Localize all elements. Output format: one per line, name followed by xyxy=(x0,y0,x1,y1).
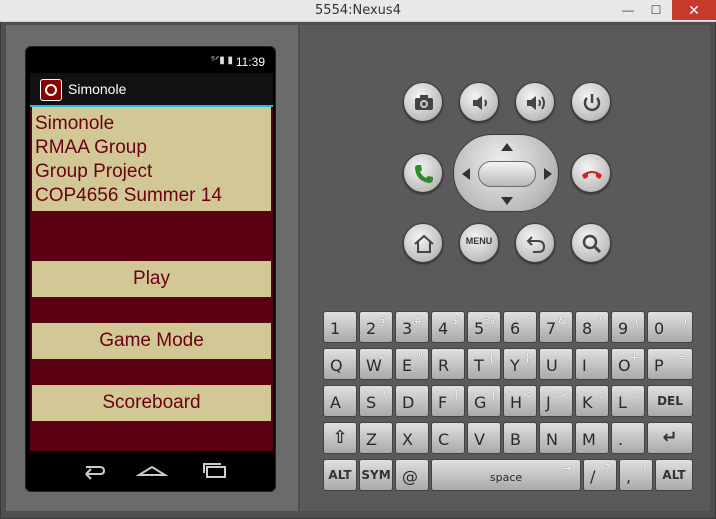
key-period[interactable]: . xyxy=(611,422,645,454)
home-nav-icon[interactable] xyxy=(135,459,169,481)
key-m[interactable]: M xyxy=(575,422,609,454)
volume-up-icon xyxy=(527,96,545,110)
volume-up-button[interactable] xyxy=(515,82,555,122)
shift-key[interactable]: ⇧ xyxy=(323,422,357,454)
back-icon xyxy=(526,236,546,253)
key-u[interactable]: U- xyxy=(539,348,573,380)
search-icon xyxy=(582,234,602,254)
volume-down-button[interactable] xyxy=(459,82,499,122)
key-d[interactable]: D ' xyxy=(395,385,429,417)
minimize-button[interactable]: — xyxy=(614,0,642,20)
window-titlebar: 5554:Nexus4 — ☐ ✕ xyxy=(0,0,716,22)
key-slash[interactable]: /? xyxy=(583,459,617,491)
app-logo-icon xyxy=(40,79,62,101)
power-button[interactable] xyxy=(571,82,611,122)
end-call-icon xyxy=(582,171,602,179)
key-c[interactable]: C xyxy=(431,422,465,454)
call-button[interactable] xyxy=(403,153,443,193)
end-call-button[interactable] xyxy=(571,153,611,193)
power-icon xyxy=(583,94,601,112)
key-h[interactable]: H < xyxy=(503,385,537,417)
volume-down-icon xyxy=(473,96,487,110)
dpad-right-icon[interactable] xyxy=(544,168,552,180)
key-4[interactable]: 4 $ xyxy=(431,311,465,343)
play-button[interactable]: Play xyxy=(32,261,271,297)
key-5[interactable]: 5% xyxy=(467,311,501,343)
key-q[interactable]: Q xyxy=(323,348,357,380)
dpad-down-icon[interactable] xyxy=(501,197,513,205)
info-line: Group Project xyxy=(35,161,153,182)
key-i[interactable]: I- xyxy=(575,348,609,380)
key-j[interactable]: J > xyxy=(539,385,573,417)
key-p[interactable]: P = xyxy=(647,348,693,380)
key-o[interactable]: O + xyxy=(611,348,645,380)
key-at[interactable]: @ xyxy=(395,459,429,491)
camera-button[interactable] xyxy=(403,82,443,122)
key-k[interactable]: K; xyxy=(575,385,609,417)
key-x[interactable]: X xyxy=(395,422,429,454)
dpad[interactable] xyxy=(453,134,559,212)
game-mode-button[interactable]: Game Mode xyxy=(32,323,271,359)
recent-apps-icon[interactable] xyxy=(200,459,230,481)
key-9[interactable]: 9( xyxy=(611,311,645,343)
status-time: 11:39 xyxy=(235,55,265,69)
key-8[interactable]: 8 * xyxy=(575,311,609,343)
info-panel: Simonole RMAA Group Group Project COP465… xyxy=(32,107,271,211)
key-l[interactable]: L: xyxy=(611,385,645,417)
close-button[interactable]: ✕ xyxy=(672,0,716,20)
menu-button[interactable]: MENU xyxy=(459,223,499,263)
key-2[interactable]: 2 @ xyxy=(359,311,393,343)
key-w[interactable]: W ~ xyxy=(359,348,393,380)
maximize-button[interactable]: ☐ xyxy=(642,0,670,20)
dpad-up-icon[interactable] xyxy=(501,143,513,151)
key-7[interactable]: 7 & xyxy=(539,311,573,343)
sym-key[interactable]: SYM xyxy=(359,459,393,491)
phone-call-icon xyxy=(415,165,433,183)
info-line: Simonole xyxy=(35,113,115,134)
home-icon xyxy=(414,234,434,253)
key-b[interactable]: B xyxy=(503,422,537,454)
nav-bar xyxy=(30,451,273,489)
key-a[interactable]: A xyxy=(323,385,357,417)
app-title: Simonole xyxy=(68,81,127,97)
back-nav-icon[interactable] xyxy=(78,459,108,481)
alt-key-left[interactable]: ALT xyxy=(323,459,357,491)
signal-battery-icon: ⁵ᐟ▮ ▮ xyxy=(210,55,233,66)
delete-key[interactable]: DEL xyxy=(647,385,693,417)
search-button[interactable] xyxy=(571,223,611,263)
window-title: 5554:Nexus4 xyxy=(315,3,401,18)
status-bar: ⁵ᐟ▮ ▮ 11:39 xyxy=(30,51,273,73)
key-1[interactable]: 1! xyxy=(323,311,357,343)
key-3[interactable]: 3 # xyxy=(395,311,429,343)
key-f[interactable]: F[ xyxy=(431,385,465,417)
dpad-left-icon[interactable] xyxy=(462,168,470,180)
dpad-center-button[interactable] xyxy=(478,161,536,187)
key-r[interactable]: R ` xyxy=(431,348,465,380)
key-s[interactable]: S \ xyxy=(359,385,393,417)
key-z[interactable]: Z xyxy=(359,422,393,454)
key-6[interactable]: 6 ^ xyxy=(503,311,537,343)
alt-key-right[interactable]: ALT xyxy=(655,459,693,491)
app-content: Simonole RMAA Group Group Project COP465… xyxy=(30,107,273,451)
home-button[interactable] xyxy=(403,223,443,263)
key-y[interactable]: Y} xyxy=(503,348,537,380)
key-e[interactable]: E " xyxy=(395,348,429,380)
key-g[interactable]: G] xyxy=(467,385,501,417)
menu-label: MENU xyxy=(465,236,493,246)
key-n[interactable]: N xyxy=(539,422,573,454)
key-0[interactable]: 0) xyxy=(647,311,693,343)
action-bar: Simonole xyxy=(30,73,273,107)
back-button[interactable] xyxy=(515,223,555,263)
scoreboard-button[interactable]: Scoreboard xyxy=(32,385,271,421)
key-v[interactable]: V xyxy=(467,422,501,454)
key-comma[interactable]: ,! xyxy=(619,459,653,491)
info-line: COP4656 Summer 14 xyxy=(35,185,222,206)
info-line: RMAA Group xyxy=(35,137,147,158)
key-t[interactable]: T{ xyxy=(467,348,501,380)
space-key[interactable]: space →| xyxy=(431,459,581,491)
phone-screen: ⁵ᐟ▮ ▮ 11:39 Simonole Simonole RMAA Group… xyxy=(25,46,276,492)
enter-key[interactable]: ↵ xyxy=(647,422,693,454)
camera-icon xyxy=(415,95,433,110)
